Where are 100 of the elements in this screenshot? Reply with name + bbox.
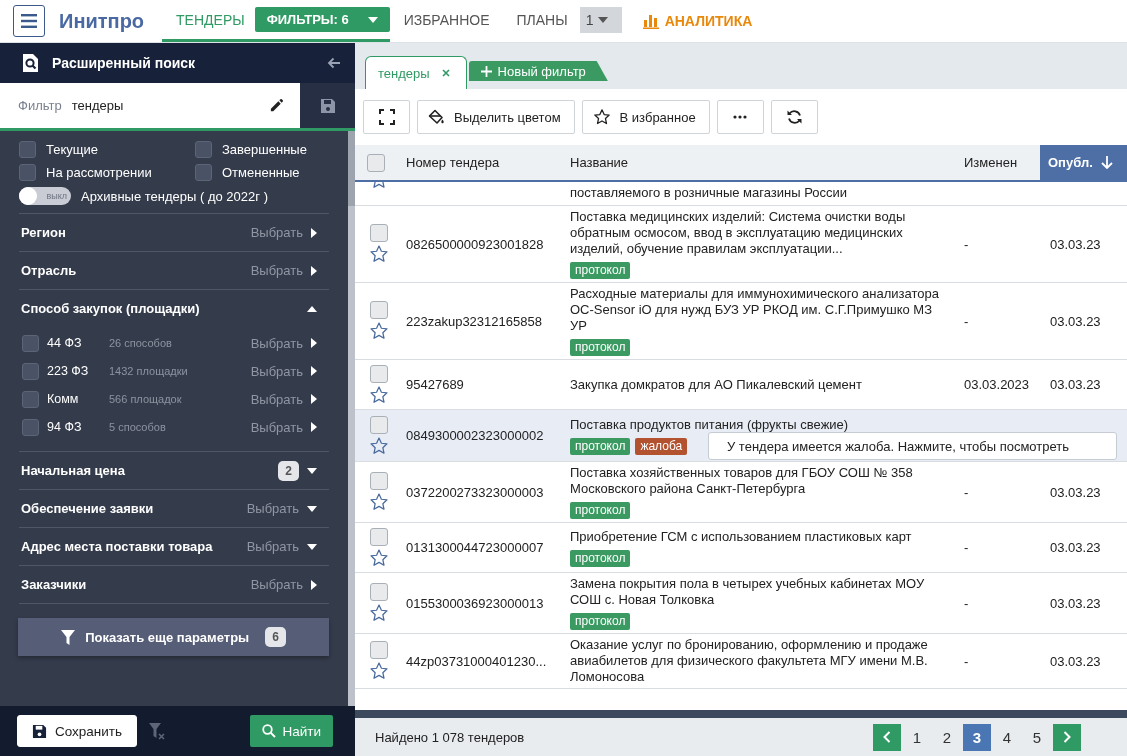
status-tag[interactable]: протокол <box>570 549 631 567</box>
filter-section-header[interactable]: Заказчики Выбрать <box>19 566 329 603</box>
page-link[interactable]: 1 <box>903 723 931 751</box>
select-link[interactable]: Выбрать <box>250 391 329 407</box>
highlight-color-button[interactable]: Выделить цветом <box>417 100 575 134</box>
nav-tab[interactable]: ПЛАНЫ <box>516 11 568 28</box>
next-page-button[interactable] <box>1053 723 1081 751</box>
status-tag[interactable]: жалоба <box>635 437 688 455</box>
star-icon[interactable] <box>368 547 389 568</box>
star-icon[interactable] <box>368 492 389 512</box>
tender-name[interactable]: Приобретение ГСМ с использованием пластиковых карт <box>570 528 944 545</box>
tender-name[interactable]: Оказание услуг по бронированию, оформлению и продаже авиабилетов для физического факультета МГУ имени М.В. Ломоносова <box>570 637 944 685</box>
checkbox[interactable] <box>19 164 36 181</box>
column-header[interactable]: Изменен <box>954 145 1040 180</box>
refresh-button[interactable] <box>770 100 818 134</box>
caret-right-icon <box>311 227 317 238</box>
status-tag[interactable]: протокол <box>570 339 631 356</box>
tender-name[interactable]: Закупка домкратов для АО Пикалевский цемент <box>570 376 944 393</box>
add-favorite-button[interactable]: В избранное <box>581 100 710 134</box>
checkbox[interactable] <box>369 415 388 434</box>
tender-name[interactable]: Расходные материалы для иммунохимического анализатора OC-Sensor iO для нужд БУЗ УР РКОД им. С.Г.Примушко МЗ УР <box>570 286 944 334</box>
star-icon[interactable] <box>368 661 389 681</box>
checkbox[interactable] <box>369 224 388 242</box>
tender-number: 95427689 <box>405 377 465 392</box>
menu-icon <box>21 14 37 28</box>
star-icon[interactable] <box>368 603 389 623</box>
scrollbar[interactable] <box>348 131 355 706</box>
checkbox[interactable] <box>22 390 39 408</box>
nav-tab[interactable]: ТЕНДЕРЫ <box>176 11 245 28</box>
menu-button[interactable] <box>13 5 45 37</box>
checkbox[interactable] <box>195 164 212 181</box>
close-icon[interactable] <box>441 69 450 77</box>
refresh-icon <box>785 109 803 125</box>
tooltip: У тендера имеется жалоба. Нажмите, чтобы посмотреть <box>708 432 1117 460</box>
select-all-checkbox[interactable] <box>366 153 385 172</box>
select-link[interactable]: Выбрать <box>250 363 329 379</box>
star-icon <box>592 108 611 126</box>
checkbox[interactable] <box>22 362 39 380</box>
select-link[interactable]: Выбрать <box>250 335 329 351</box>
nav-tab[interactable]: ИЗБРАННОЕ <box>403 11 490 28</box>
checkbox[interactable] <box>22 418 39 436</box>
filters-dropdown[interactable]: ФИЛЬТРЫ: 6 <box>254 7 390 32</box>
status-tag[interactable]: протокол <box>570 502 631 519</box>
filter-section-header[interactable]: Отрасль Выбрать <box>19 252 329 289</box>
filter-clear-icon[interactable] <box>149 722 167 740</box>
checkbox[interactable] <box>369 641 388 659</box>
column-header[interactable]: Опубл. <box>1040 145 1127 180</box>
checkbox[interactable] <box>19 141 36 158</box>
caret-down-icon <box>307 467 317 474</box>
tender-name[interactable]: Замена покрытия пола в четырех учебных кабинетах МОУ СОШ с. Новая Толковка <box>570 576 944 608</box>
star-icon[interactable] <box>368 435 389 456</box>
tender-name[interactable]: Поставка продуктов питания (фрукты свежие) <box>570 416 944 433</box>
checkbox[interactable] <box>22 334 39 352</box>
caret-down-icon <box>367 16 378 23</box>
caret-down-icon <box>307 543 317 550</box>
checkbox[interactable] <box>369 301 388 319</box>
tender-name[interactable]: Поставка медицинских изделий: Система очистки воды обратным осмосом, ввод в эксплуатацию медицинских изделий, обучение правилам эксплуатации... <box>570 209 944 257</box>
checkbox[interactable] <box>195 141 212 158</box>
checkbox[interactable] <box>369 583 388 601</box>
save-filter-button[interactable]: Сохранить <box>17 715 138 747</box>
page-link[interactable]: 2 <box>933 723 961 751</box>
caret-down-icon <box>307 505 317 512</box>
checkbox[interactable] <box>369 527 388 546</box>
save-button[interactable] <box>300 83 355 128</box>
filter-section-header[interactable]: Регион Выбрать <box>19 214 329 251</box>
pencil-icon[interactable] <box>269 98 284 113</box>
status-tag[interactable]: протокол <box>570 613 631 630</box>
page-link[interactable]: 5 <box>1023 723 1051 751</box>
column-header[interactable]: Название <box>560 145 954 180</box>
paint-bucket-icon <box>428 109 445 125</box>
checkbox[interactable] <box>369 472 388 490</box>
plans-count-dropdown[interactable]: 1 <box>579 6 622 33</box>
select-link[interactable]: Выбрать <box>250 419 329 435</box>
new-filter-tab[interactable]: Новый фильтр <box>468 61 608 81</box>
filter-section-header[interactable]: Способ закупок (площадки) <box>19 290 329 327</box>
star-icon[interactable] <box>368 244 389 264</box>
tender-name[interactable]: Поставка хозяйственных товаров для ГБОУ СОШ № 358 Московского района Санкт-Петербурга <box>570 465 944 497</box>
table-cell: 03.03.23 <box>1050 484 1101 500</box>
previous-page-button[interactable] <box>873 723 901 751</box>
tender-name[interactable]: поставляемого в розничные магазины России <box>560 185 954 205</box>
star-icon[interactable] <box>368 384 389 405</box>
find-button[interactable]: Найти <box>250 715 333 747</box>
filter-section-header[interactable]: Обеспечение заявки Выбрать <box>19 490 329 527</box>
status-tag[interactable]: протокол <box>570 437 631 455</box>
page-link[interactable]: 4 <box>993 723 1021 751</box>
more-parameters-button[interactable]: Показать еще параметры 6 <box>18 618 329 656</box>
table-cell: 03.03.23 <box>1050 377 1101 392</box>
star-icon[interactable] <box>368 321 389 341</box>
filter-section-header[interactable]: Начальная цена 2 <box>19 452 329 489</box>
page-link[interactable]: 3 <box>963 723 991 751</box>
column-header[interactable]: Номер тендера <box>396 145 560 180</box>
fullscreen-button[interactable] <box>363 100 410 134</box>
filter-section-header[interactable]: Адрес места поставки товара Выбрать <box>19 528 329 565</box>
filter-tab[interactable]: тендеры <box>365 56 467 89</box>
checkbox[interactable] <box>369 364 388 383</box>
more-button[interactable] <box>716 100 764 134</box>
arrow-left-icon[interactable] <box>327 57 341 69</box>
horizontal-scrollbar[interactable] <box>355 710 1127 718</box>
checkbox-label: Текущие <box>46 142 98 157</box>
status-tag[interactable]: протокол <box>570 262 631 279</box>
